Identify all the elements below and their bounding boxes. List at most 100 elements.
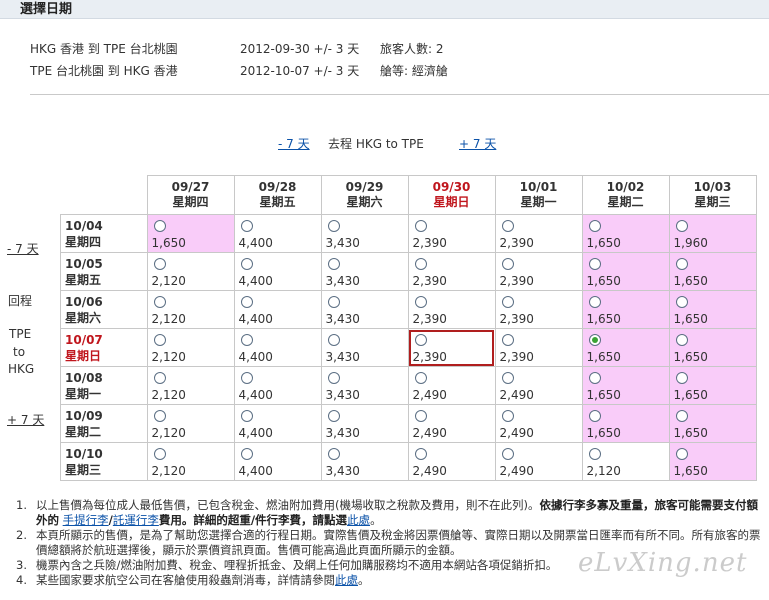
- fare-cell[interactable]: 2,390: [407, 214, 496, 253]
- fare-cell[interactable]: 1,650: [146, 214, 235, 253]
- fare-cell[interactable]: 2,120: [146, 328, 235, 367]
- fare-cell[interactable]: 3,430: [320, 290, 409, 329]
- fare-radio-button[interactable]: [501, 296, 514, 308]
- fare-radio-button[interactable]: [153, 334, 166, 346]
- fare-cell[interactable]: 2,490: [494, 404, 583, 443]
- fare-cell[interactable]: 3,430: [320, 442, 409, 481]
- fare-cell[interactable]: 3,430: [320, 328, 409, 367]
- fare-cell[interactable]: 3,430: [320, 404, 409, 443]
- fare-radio-button[interactable]: [414, 372, 427, 384]
- fare-radio-button[interactable]: [153, 296, 166, 308]
- fare-radio-button[interactable]: [153, 372, 166, 384]
- fare-cell[interactable]: 2,490: [407, 366, 496, 405]
- fare-cell[interactable]: 4,400: [233, 252, 322, 291]
- fare-radio-button[interactable]: [414, 448, 427, 460]
- fare-radio-button[interactable]: [153, 220, 166, 232]
- fare-cell[interactable]: 4,400: [233, 404, 322, 443]
- fare-radio-button[interactable]: [327, 258, 340, 270]
- fare-radio-button[interactable]: [414, 334, 427, 346]
- fare-cell[interactable]: 4,400: [233, 290, 322, 329]
- fare-radio-button[interactable]: [588, 410, 601, 422]
- fare-cell[interactable]: 1,650: [668, 366, 757, 405]
- outbound-prev-week-link[interactable]: - 7 天: [278, 135, 310, 152]
- fare-cell[interactable]: 4,400: [233, 214, 322, 253]
- fare-cell[interactable]: 1,650: [668, 442, 757, 481]
- fare-cell[interactable]: 2,390: [407, 290, 496, 329]
- fare-cell[interactable]: 3,430: [320, 366, 409, 405]
- fare-radio-button[interactable]: [501, 410, 514, 422]
- carry-on-baggage-link[interactable]: 手提行李: [63, 513, 109, 527]
- fare-cell[interactable]: 1,960: [668, 214, 757, 253]
- fare-radio-button[interactable]: [327, 296, 340, 308]
- fare-cell[interactable]: 1,650: [668, 404, 757, 443]
- fare-radio-button[interactable]: [675, 220, 688, 232]
- fare-cell[interactable]: 1,650: [668, 290, 757, 329]
- fare-radio-button[interactable]: [501, 448, 514, 460]
- fare-radio-button[interactable]: [501, 372, 514, 384]
- outbound-next-week-link[interactable]: + 7 天: [459, 135, 496, 152]
- fare-radio-button[interactable]: [153, 448, 166, 460]
- fare-radio-button[interactable]: [501, 220, 514, 232]
- fare-cell[interactable]: 2,390: [494, 290, 583, 329]
- fare-radio-button[interactable]: [675, 410, 688, 422]
- fare-radio-button[interactable]: [588, 258, 601, 270]
- fare-cell[interactable]: 4,400: [233, 442, 322, 481]
- fare-radio-button[interactable]: [327, 448, 340, 460]
- fare-radio-button[interactable]: [240, 220, 253, 232]
- fare-cell[interactable]: 2,120: [146, 252, 235, 291]
- fare-radio-button[interactable]: [327, 220, 340, 232]
- fare-radio-button[interactable]: [240, 448, 253, 460]
- fare-cell[interactable]: 4,400: [233, 328, 322, 367]
- fare-cell[interactable]: 1,650: [581, 366, 670, 405]
- fare-radio-button[interactable]: [240, 258, 253, 270]
- fare-cell[interactable]: 1,650: [581, 328, 670, 367]
- fare-radio-button[interactable]: [501, 334, 514, 346]
- fare-cell[interactable]: 2,390: [494, 252, 583, 291]
- excess-baggage-link[interactable]: 此處: [347, 513, 370, 527]
- fare-radio-button[interactable]: [588, 334, 601, 346]
- fare-cell[interactable]: 2,390: [407, 252, 496, 291]
- fare-cell[interactable]: 1,650: [668, 252, 757, 291]
- fare-cell[interactable]: 1,650: [581, 290, 670, 329]
- fare-cell[interactable]: 2,490: [407, 442, 496, 481]
- fare-radio-button[interactable]: [240, 334, 253, 346]
- fare-cell[interactable]: 2,120: [146, 290, 235, 329]
- fare-radio-button[interactable]: [414, 410, 427, 422]
- fare-radio-button[interactable]: [240, 410, 253, 422]
- fare-radio-button[interactable]: [327, 372, 340, 384]
- fare-radio-button[interactable]: [675, 334, 688, 346]
- fare-cell[interactable]: 2,120: [146, 404, 235, 443]
- fare-radio-button[interactable]: [501, 258, 514, 270]
- fare-cell[interactable]: 2,120: [581, 442, 670, 481]
- fare-radio-button[interactable]: [240, 372, 253, 384]
- fare-cell[interactable]: 2,390: [407, 328, 496, 367]
- return-next-week-link[interactable]: + 7 天: [7, 411, 67, 428]
- fare-cell[interactable]: 3,430: [320, 252, 409, 291]
- checked-baggage-link[interactable]: 託運行李: [113, 513, 159, 527]
- fare-radio-button[interactable]: [240, 296, 253, 308]
- fare-cell[interactable]: 1,650: [581, 214, 670, 253]
- fare-radio-button[interactable]: [414, 220, 427, 232]
- fare-cell[interactable]: 2,490: [407, 404, 496, 443]
- fare-radio-button[interactable]: [414, 258, 427, 270]
- fare-cell[interactable]: 2,490: [494, 366, 583, 405]
- fare-radio-button[interactable]: [327, 410, 340, 422]
- fare-cell[interactable]: 2,120: [146, 442, 235, 481]
- fare-radio-button[interactable]: [327, 334, 340, 346]
- fare-radio-button[interactable]: [675, 258, 688, 270]
- fare-radio-button[interactable]: [675, 448, 688, 460]
- fare-cell[interactable]: 3,430: [320, 214, 409, 253]
- fare-radio-button[interactable]: [588, 372, 601, 384]
- fare-radio-button[interactable]: [675, 372, 688, 384]
- fare-cell[interactable]: 2,390: [494, 328, 583, 367]
- fare-radio-button[interactable]: [153, 258, 166, 270]
- fare-cell[interactable]: 2,490: [494, 442, 583, 481]
- fare-radio-button[interactable]: [675, 296, 688, 308]
- fare-radio-button[interactable]: [588, 296, 601, 308]
- fare-radio-button[interactable]: [414, 296, 427, 308]
- fare-cell[interactable]: 4,400: [233, 366, 322, 405]
- fare-cell[interactable]: 2,390: [494, 214, 583, 253]
- fare-cell[interactable]: 2,120: [146, 366, 235, 405]
- insecticide-info-link[interactable]: 此處: [335, 573, 358, 587]
- fare-radio-button[interactable]: [153, 410, 166, 422]
